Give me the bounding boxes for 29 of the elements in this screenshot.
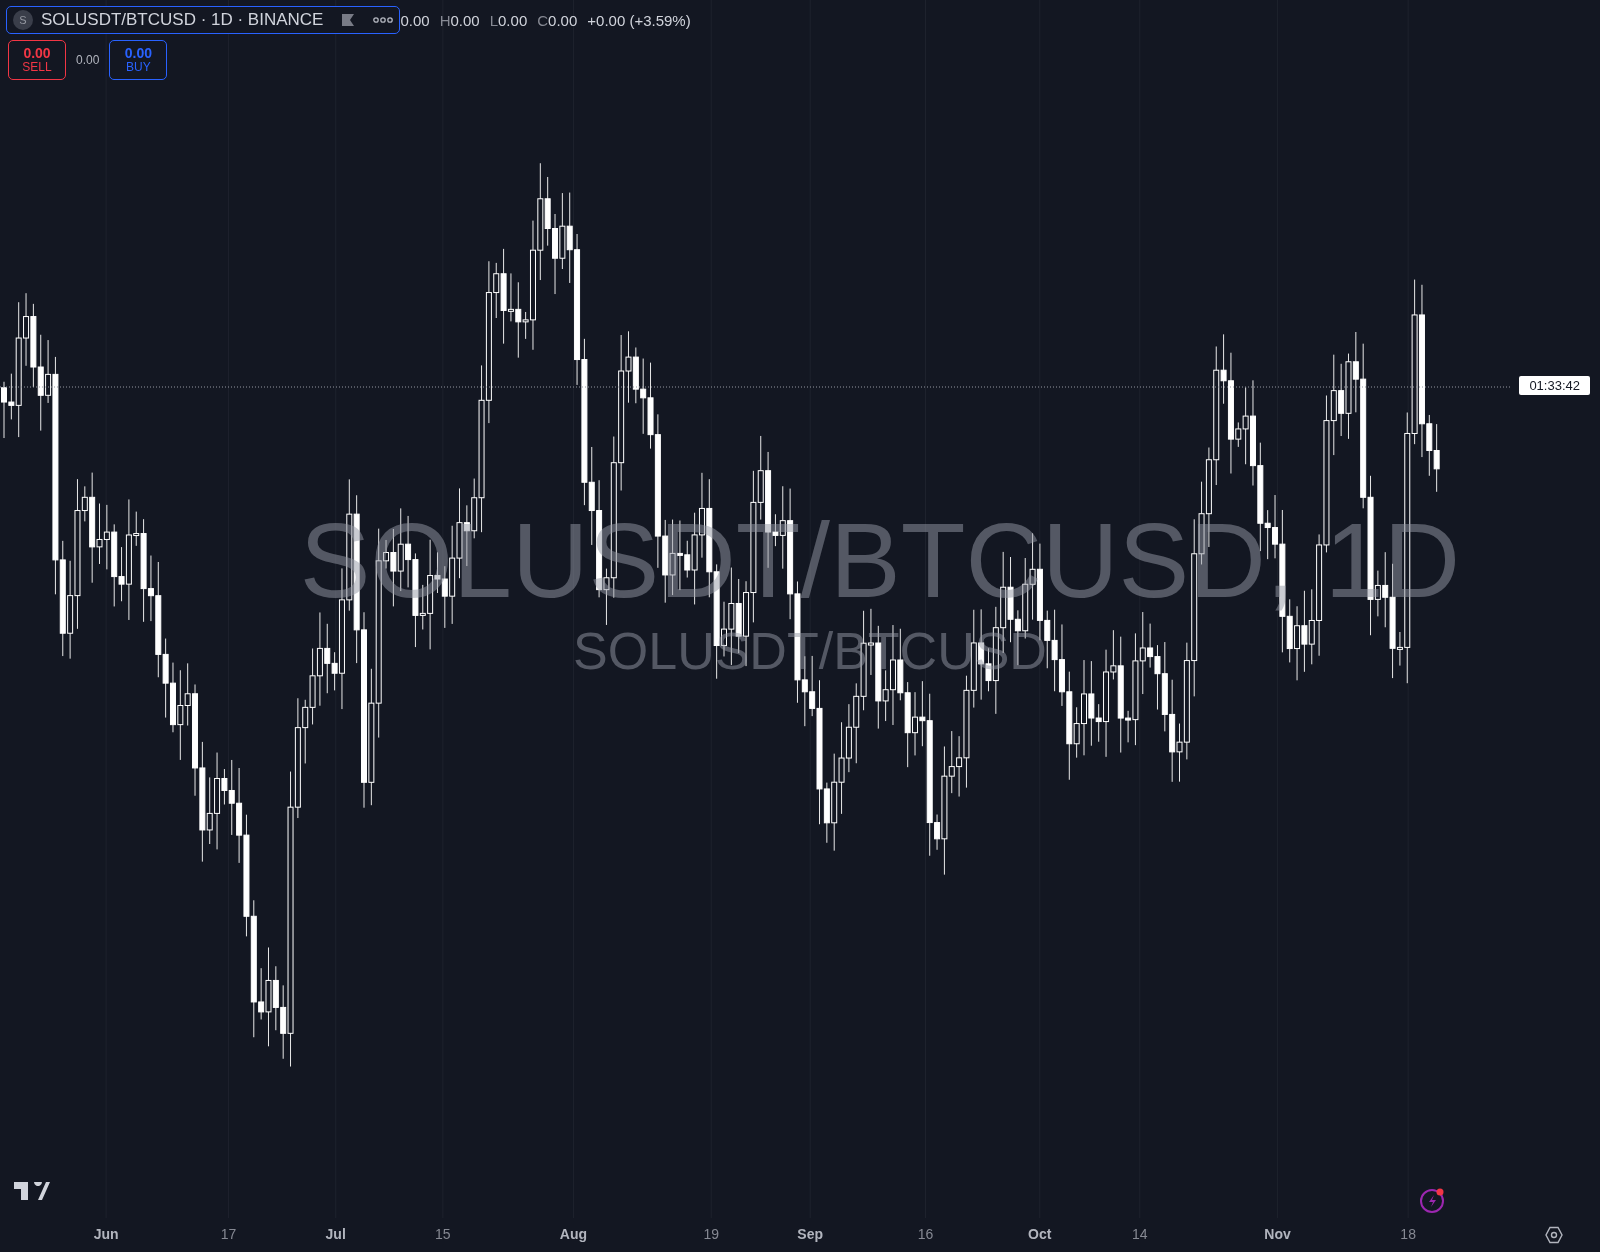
lightning-icon[interactable] bbox=[1419, 1186, 1447, 1214]
flag-icon[interactable] bbox=[341, 13, 356, 27]
time-axis-label: 15 bbox=[435, 1226, 451, 1242]
ohlc-value: 0.00 bbox=[400, 11, 430, 29]
time-axis-label: 19 bbox=[703, 1226, 719, 1242]
ohlc-value: +0.00 (+3.59%) bbox=[587, 11, 691, 29]
settings-icon[interactable] bbox=[1545, 1226, 1563, 1244]
ohlc-value: L0.00 bbox=[489, 11, 528, 29]
time-axis-label: 14 bbox=[1132, 1226, 1148, 1242]
sell-button[interactable]: 0.00 SELL bbox=[8, 40, 66, 80]
countdown-label: 01:33:42 bbox=[1519, 376, 1590, 395]
symbol-badge: S bbox=[13, 10, 33, 30]
time-axis-label: Jun bbox=[93, 1226, 119, 1242]
symbol-header[interactable]: S SOLUSDT/BTCUSD · 1D · BINANCE bbox=[6, 6, 401, 34]
time-axis-label: Oct bbox=[1028, 1226, 1052, 1242]
time-axis-label: Nov bbox=[1264, 1226, 1291, 1242]
time-axis-label: Aug bbox=[559, 1226, 588, 1242]
ohlc-value: C0.00 bbox=[537, 11, 578, 29]
buy-button[interactable]: 0.00 BUY bbox=[109, 40, 168, 80]
time-axis-label: Jul bbox=[325, 1226, 346, 1242]
time-axis-label: 18 bbox=[1400, 1226, 1416, 1242]
spread-value: 0.00 bbox=[76, 53, 100, 67]
time-axis-label: 16 bbox=[917, 1226, 934, 1242]
more-icon[interactable] bbox=[373, 16, 394, 24]
logo-icon[interactable] bbox=[14, 1182, 50, 1200]
symbol-title: SOLUSDT/BTCUSD · 1D · BINANCE bbox=[41, 10, 324, 30]
time-axis-label: Sep bbox=[797, 1226, 824, 1242]
time-axis-label: 17 bbox=[220, 1226, 237, 1242]
ohlc-value: H0.00 bbox=[439, 11, 480, 29]
